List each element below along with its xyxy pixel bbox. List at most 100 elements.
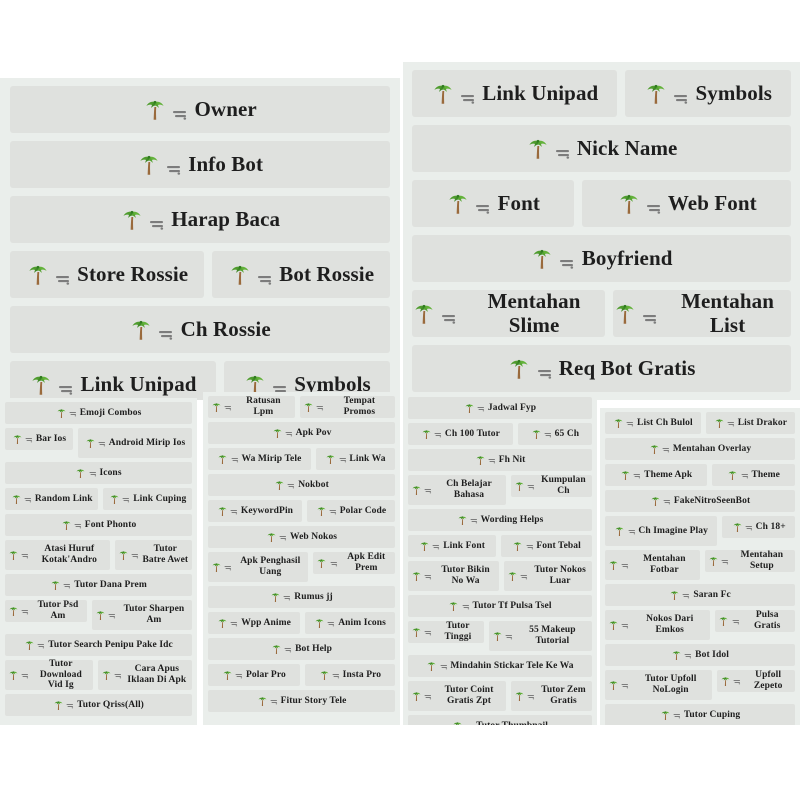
menu-button[interactable]: Anim Icons [305, 612, 396, 634]
menu-button[interactable]: Tutor Download Vid Ig [5, 659, 93, 690]
menu-button[interactable]: Tutor Tinggi [408, 621, 484, 643]
menu-button[interactable]: Store Rossie [10, 251, 205, 298]
menu-button[interactable]: Fitur Story Tele [208, 690, 395, 712]
menu-button[interactable]: Apk Edit Prem [313, 552, 395, 574]
menu-button[interactable]: Bot Idol [605, 644, 795, 666]
menu-button[interactable]: Tempat Promos [299, 396, 395, 418]
menu-button[interactable]: Owner [10, 86, 390, 133]
menu-button[interactable]: Symbols [625, 70, 791, 117]
menu-row: Link Font Font Tebal [408, 535, 593, 557]
menu-button[interactable]: Link Unipad [10, 361, 216, 400]
menu-button[interactable]: Upfoll Zepeto [717, 670, 795, 692]
menu-button[interactable]: Emoji Combos [5, 402, 192, 424]
menu-button[interactable]: Mentahan Slime [412, 289, 605, 337]
menu-button[interactable]: Insta Pro [304, 664, 395, 686]
menu-button[interactable]: Saran Fc [605, 584, 795, 606]
menu-button[interactable]: Ch Imagine Play [605, 516, 718, 546]
menu-button-label: Nokbot [298, 479, 329, 490]
menu-button[interactable]: Tutor Tf Pulsa Tsel [408, 595, 592, 617]
menu-button[interactable]: Pulsa Gratis [715, 610, 795, 632]
menu-button[interactable]: Random Link [5, 488, 99, 510]
menu-button[interactable]: Polar Pro [208, 664, 300, 686]
menu-button[interactable]: Tutor Cuping [605, 704, 795, 725]
menu-button-label: List Drakor [737, 417, 788, 428]
menu-button[interactable]: Nokbot [208, 474, 395, 496]
menu-button[interactable]: Tutor Nokos Luar [504, 561, 592, 591]
menu-button[interactable]: Font Tebal [501, 535, 593, 557]
menu-button[interactable]: Link Wa [315, 448, 395, 470]
menu-button[interactable]: Mindahin Stickar Tele Ke Wa [408, 655, 592, 677]
menu-button[interactable]: Boyfriend [412, 235, 791, 282]
menu-button[interactable]: Fh Nit [408, 449, 592, 471]
menu-button[interactable]: Theme [712, 464, 795, 486]
menu-button[interactable]: 65 Ch [517, 423, 592, 445]
menu-button[interactable]: Nick Name [412, 125, 791, 172]
menu-button[interactable]: Bar Ios [5, 428, 73, 450]
menu-button[interactable]: Ch 18+ [722, 516, 796, 538]
menu-button[interactable]: Link Font [408, 535, 497, 557]
menu-button[interactable]: Req Bot Gratis [412, 345, 791, 392]
menu-button[interactable]: Link Unipad [412, 70, 618, 117]
menu-button[interactable]: Tutor Sharpen Am [91, 600, 192, 630]
menu-button[interactable]: Tutor Zem Gratis [510, 681, 592, 711]
menu-button[interactable]: Harap Baca [10, 196, 390, 243]
menu-button[interactable]: Link Cuping [103, 488, 193, 510]
menu-button[interactable]: Jadwal Fyp [408, 397, 592, 419]
menu-button[interactable]: Font [412, 180, 575, 227]
menu-button[interactable]: Rumus jj [208, 586, 395, 608]
menu-button[interactable]: Tutor Qriss(All) [5, 694, 192, 716]
menu-button[interactable]: FakeNitroSeenBot [605, 490, 795, 512]
menu-button[interactable]: Ratusan Lpm [208, 396, 295, 418]
menu-button[interactable]: Nokos Dari Emkos [605, 610, 711, 640]
menu-button[interactable]: Tutor Psd Am [5, 600, 87, 622]
menu-button[interactable]: Mentahan List [612, 289, 791, 337]
menu-row: Info Bot [10, 141, 390, 188]
menu-button[interactable]: Icons [5, 462, 192, 484]
menu-button[interactable]: List Drakor [705, 412, 796, 434]
menu-button[interactable]: Wa Mirip Tele [208, 448, 311, 470]
menu-button[interactable]: Wording Helps [408, 509, 592, 531]
menu-button-label: Tutor Zem Gratis [541, 685, 586, 706]
menu-button[interactable]: Web Nokos [208, 526, 395, 548]
menu-button[interactable]: Tutor Dana Prem [5, 574, 192, 596]
menu-button[interactable]: Android Mirip Ios [77, 428, 193, 458]
menu-button[interactable]: Atasi Huruf Kotak'Andro [5, 540, 110, 570]
palm-tree-icon [314, 618, 325, 629]
menu-button[interactable]: KeywordPin [208, 500, 302, 522]
divider-mark-icon [520, 573, 528, 580]
menu-button[interactable]: Mentahan Overlay [605, 438, 795, 460]
palm-tree-icon [732, 522, 743, 533]
menu-button[interactable]: Tutor Thumbnail [408, 715, 592, 725]
menu-row: Ch 100 Tutor 65 Ch [408, 423, 592, 445]
menu-button[interactable]: Tutor Search Penipu Pake Idc [5, 634, 192, 656]
menu-button[interactable]: Apk Pov [208, 422, 395, 444]
menu-button[interactable]: Ch Belajar Bahasa [408, 475, 506, 505]
menu-button[interactable]: Info Bot [10, 141, 390, 188]
menu-button[interactable]: Polar Code [306, 500, 395, 522]
menu-button[interactable]: Tutor Coint Gratis Zpt [408, 681, 506, 711]
menu-button[interactable]: Ch Rossie [10, 306, 390, 353]
palm-tree-icon [708, 556, 719, 567]
menu-button[interactable]: Apk Penghasil Uang [208, 552, 309, 582]
menu-button[interactable]: Theme Apk [605, 464, 708, 486]
menu-button[interactable]: Tutor Upfoll NoLogin [605, 670, 713, 700]
menu-button[interactable]: Ch 100 Tutor [408, 423, 513, 445]
menu-button[interactable]: Mentahan Setup [704, 550, 795, 572]
menu-button[interactable]: Wpp Anime [208, 612, 301, 634]
divider-mark-icon [330, 560, 338, 567]
menu-button[interactable]: Tutor Bikin No Wa [408, 561, 500, 591]
menu-button-label: Cara Apus Iklaan Di Apk [127, 664, 187, 685]
menu-button[interactable]: Tutor Batre Awet [114, 540, 192, 570]
menu-button[interactable]: Kumpulan Ch [510, 475, 592, 497]
menu-button[interactable]: Mentahan Fotbar [605, 550, 700, 580]
menu-button[interactable]: 55 Makeup Tutorial [488, 621, 592, 651]
menu-button[interactable]: Bot Help [208, 638, 395, 660]
menu-button[interactable]: Bot Rossie [212, 251, 391, 298]
menu-button[interactable]: List Ch Bulol [605, 412, 701, 434]
menu-button-label: Nick Name [576, 135, 678, 160]
menu-button[interactable]: Cara Apus Iklaan Di Apk [97, 660, 192, 690]
divider-mark-icon [488, 457, 496, 464]
menu-button[interactable]: Web Font [582, 180, 791, 227]
menu-button-label: Tutor Bikin No Wa [441, 565, 490, 586]
menu-button[interactable]: Font Phonto [5, 514, 192, 536]
